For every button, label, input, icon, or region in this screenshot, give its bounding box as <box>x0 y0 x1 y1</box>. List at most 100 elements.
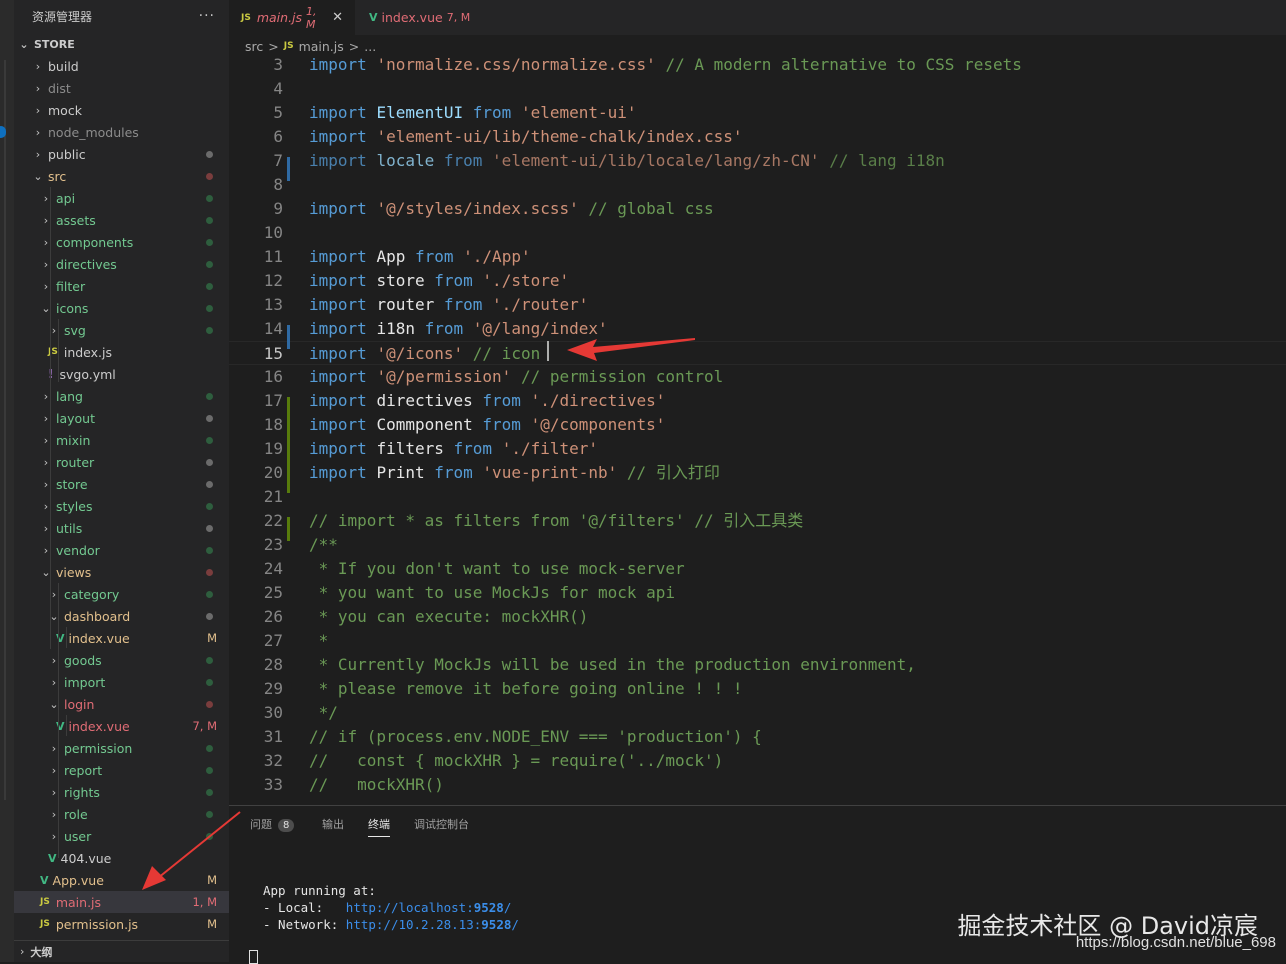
breadcrumb-src[interactable]: src <box>245 39 263 54</box>
indent-guide <box>66 627 67 648</box>
tree-item[interactable]: Vindex.vue 7, M <box>14 715 229 737</box>
tree-item[interactable]: › public <box>14 143 229 165</box>
tree-item-label: utils <box>56 520 83 536</box>
js-file-icon: JS <box>40 919 50 929</box>
section-header-store[interactable]: ⌄ STORE <box>14 33 229 55</box>
outline-section[interactable]: › 大纲 <box>14 940 229 962</box>
tree-item[interactable]: ⌄ login <box>14 693 229 715</box>
tree-item[interactable]: › assets <box>14 209 229 231</box>
status-dot <box>206 569 213 576</box>
panel-tab-problems[interactable]: 问题 8 <box>250 816 295 832</box>
line-number: 21 <box>263 487 283 506</box>
git-status-dot <box>187 763 229 777</box>
tree-item[interactable]: › router <box>14 451 229 473</box>
code-token: * you want to use MockJs for mock api <box>309 583 676 602</box>
tree-item[interactable]: › import <box>14 671 229 693</box>
tree-item[interactable]: › components <box>14 231 229 253</box>
close-icon[interactable]: ✕ <box>332 10 343 25</box>
tab-index-vue[interactable]: V index.vue 7, M <box>357 0 487 35</box>
tree-item[interactable]: › goods <box>14 649 229 671</box>
tree-item-label: svgo.yml <box>59 366 116 382</box>
tree-item[interactable]: › styles <box>14 495 229 517</box>
tree-item-label: dashboard <box>64 608 131 624</box>
code-token: // if (process.env.NODE_ENV === 'product… <box>309 727 762 746</box>
explorer-title: 资源管理器 <box>32 9 93 24</box>
tree-item[interactable]: ⌄ icons <box>14 297 229 319</box>
terminal-line-local: - Local: http://localhost:9528/ <box>263 900 511 915</box>
terminal-local-port[interactable]: 9528 <box>474 900 504 915</box>
tree-item[interactable]: › vendor <box>14 539 229 561</box>
line-number: 3 <box>273 57 283 74</box>
panel-tab-output[interactable]: 输出 <box>322 816 344 832</box>
code-token: App <box>376 247 406 266</box>
panel-tab-terminal[interactable]: 终端 <box>368 816 390 837</box>
code-token: './router' <box>492 295 589 314</box>
tree-item[interactable]: ⌄ src <box>14 165 229 187</box>
code-editor[interactable]: 3 import 'normalize.css/normalize.css' //… <box>229 57 1286 805</box>
tree-item[interactable]: › lang <box>14 385 229 407</box>
tree-item[interactable]: › build <box>14 55 229 77</box>
tree-item-label: dist <box>48 80 71 96</box>
tree-item-label: index.vue <box>68 718 130 734</box>
code-line: 30 */ <box>229 701 1286 725</box>
tree-item-label: layout <box>56 410 96 426</box>
terminal-network-url[interactable]: http://10.2.28.13: <box>346 917 481 932</box>
line-number: 30 <box>263 703 283 722</box>
tree-item[interactable]: ⌄ views <box>14 561 229 583</box>
line-number: 12 <box>263 271 283 290</box>
code-token: // const { mockXHR } = require('../mock'… <box>309 751 724 770</box>
indent-guide <box>66 715 67 736</box>
code-token: Commponent <box>376 415 473 434</box>
code-line: 19 import filters from './filter' <box>229 437 1286 461</box>
tree-item[interactable]: › filter <box>14 275 229 297</box>
tree-item[interactable]: › store <box>14 473 229 495</box>
panel-tab-debug-console[interactable]: 调试控制台 <box>414 816 469 832</box>
tree-item[interactable]: › rights <box>14 781 229 803</box>
tree-item[interactable]: › mixin <box>14 429 229 451</box>
terminal-local-url[interactable]: http://localhost: <box>346 900 474 915</box>
line-number: 15 <box>263 344 283 363</box>
git-status-dot <box>187 697 229 711</box>
tree-item[interactable]: › dist <box>14 77 229 99</box>
git-status-badge: 7, M <box>192 719 217 733</box>
status-dot <box>206 261 213 268</box>
code-token: locale <box>376 151 435 170</box>
tree-item[interactable]: › utils <box>14 517 229 539</box>
tree-item[interactable]: › category <box>14 583 229 605</box>
git-status-badge: M <box>207 917 217 931</box>
status-dot <box>206 767 213 774</box>
git-status-dot <box>187 411 229 425</box>
git-status-dot <box>187 389 229 403</box>
tree-item[interactable]: › directives <box>14 253 229 275</box>
tab-status: 1, M <box>306 4 317 31</box>
tree-item[interactable]: Vindex.vue M <box>14 627 229 649</box>
tree-item[interactable]: › node_modules <box>14 121 229 143</box>
code-text: import '@/icons' // icon <box>309 342 540 366</box>
tree-item[interactable]: › permission <box>14 737 229 759</box>
tree-item[interactable]: JS index.js <box>14 341 229 363</box>
breadcrumb-symbol[interactable]: ... <box>364 39 376 54</box>
tree-item[interactable]: › layout <box>14 407 229 429</box>
tree-item[interactable]: JS main.js 1, M <box>14 891 229 913</box>
more-actions-icon[interactable]: ··· <box>199 8 215 24</box>
breadcrumb-file[interactable]: main.js <box>299 39 344 54</box>
status-dot <box>206 657 213 664</box>
tree-item[interactable]: › report <box>14 759 229 781</box>
tab-label: main.js <box>256 10 303 25</box>
code-token: from <box>424 319 464 338</box>
tree-item[interactable]: !svgo.yml <box>14 363 229 385</box>
tree-item[interactable]: › svg <box>14 319 229 341</box>
tree-item[interactable]: › mock <box>14 99 229 121</box>
tab-main-js[interactable]: JS main.js 1, M ✕ <box>229 0 355 35</box>
tree-item[interactable]: ⌄ dashboard <box>14 605 229 627</box>
editor-tabs: JS main.js 1, M ✕ V index.vue 7, M <box>229 0 1286 35</box>
code-text: // mockXHR() <box>309 773 444 797</box>
tree-item[interactable]: › api <box>14 187 229 209</box>
terminal-network-port[interactable]: 9528 <box>481 917 511 932</box>
code-text: import App from './App' <box>309 245 531 269</box>
tree-item[interactable]: JS permission.js M <box>14 913 229 935</box>
